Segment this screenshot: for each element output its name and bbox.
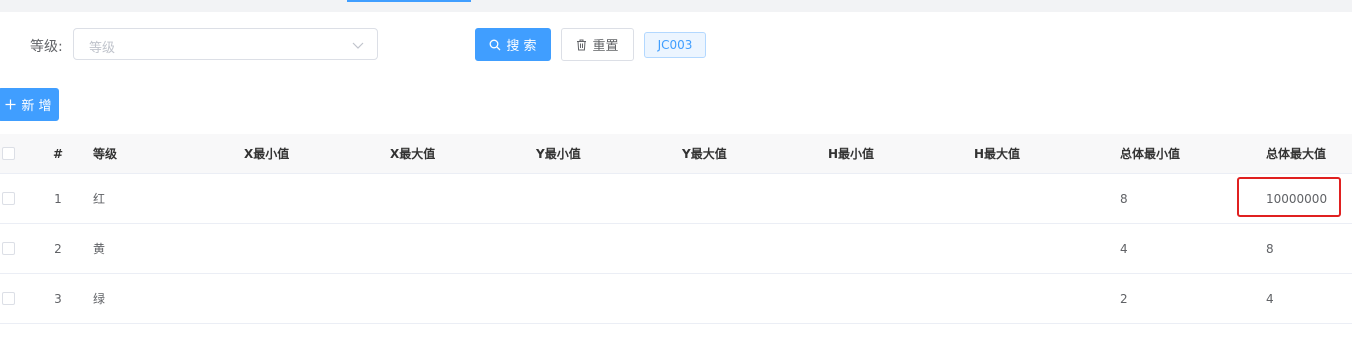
header-x-max: X最大值: [390, 147, 436, 161]
row-total-min: 2: [1120, 291, 1128, 306]
row-checkbox-cell: [2, 174, 15, 223]
row-checkbox[interactable]: [2, 292, 15, 305]
row-checkbox[interactable]: [2, 192, 15, 205]
level-select-placeholder: 等级: [89, 41, 116, 56]
chevron-down-icon: [352, 42, 364, 49]
reset-button-label: 重置: [592, 39, 619, 54]
row-level: 黄: [93, 242, 106, 256]
level-select[interactable]: 等级: [73, 28, 378, 60]
row-index: 2: [54, 241, 62, 256]
row-index: 1: [54, 191, 62, 206]
row-checkbox-cell: [2, 274, 15, 323]
header-y-min: Y最小值: [536, 147, 581, 161]
select-all-checkbox[interactable]: [2, 147, 15, 160]
table-header: # 等级 X最小值 X最大值 Y最小值 Y最大值 H最小值 H最大值 总体最小值…: [0, 134, 1352, 174]
reset-button[interactable]: 重置: [561, 28, 634, 61]
header-h-max: H最大值: [974, 147, 1021, 161]
row-total-min: 8: [1120, 191, 1128, 206]
header-x-min: X最小值: [244, 147, 290, 161]
row-level: 绿: [93, 292, 106, 306]
row-total-max: 4: [1266, 291, 1274, 306]
row-total-min: 4: [1120, 241, 1128, 256]
header-total-min: 总体最小值: [1120, 147, 1181, 161]
header-y-max: Y最大值: [682, 147, 727, 161]
table-row[interactable]: 3 绿 2 4: [0, 274, 1352, 324]
header-index: #: [52, 146, 64, 161]
header-checkbox-cell: [2, 134, 15, 173]
row-checkbox-cell: [2, 224, 15, 273]
level-table: # 等级 X最小值 X最大值 Y最小值 Y最大值 H最小值 H最大值 总体最小值…: [0, 134, 1352, 324]
trash-icon: [577, 39, 587, 50]
row-index: 3: [54, 291, 62, 306]
plus-icon: [5, 99, 16, 110]
search-icon: [489, 39, 501, 50]
header-total-max: 总体最大值: [1266, 147, 1327, 161]
highlight-annotation-box: [1237, 177, 1341, 217]
add-button[interactable]: 新 增: [0, 88, 59, 121]
code-tag[interactable]: JC003: [644, 32, 706, 58]
header-level: 等级: [93, 147, 118, 161]
header-h-min: H最小值: [828, 147, 875, 161]
add-button-label: 新 增: [21, 99, 52, 114]
search-button-label: 搜 索: [506, 39, 537, 54]
table-row[interactable]: 1 红 8 10000000: [0, 174, 1352, 224]
row-level: 红: [93, 192, 106, 206]
search-button[interactable]: 搜 索: [475, 28, 551, 61]
row-total-max: 8: [1266, 241, 1274, 256]
table-row[interactable]: 2 黄 4 8: [0, 224, 1352, 274]
active-tab-indicator: [347, 0, 471, 2]
row-checkbox[interactable]: [2, 242, 15, 255]
level-filter-label: 等级:: [30, 39, 63, 55]
top-tab-bar: [0, 0, 1352, 12]
